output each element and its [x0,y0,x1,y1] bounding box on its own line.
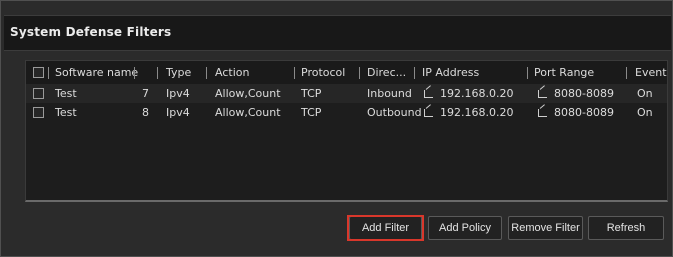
cell-action: Allow,Count [215,87,281,100]
port-range-value: 8080-8089 [554,106,614,119]
cell-ip-address[interactable]: 192.168.0.20 [424,84,513,104]
cell-number: 7 [142,87,149,100]
select-all-checkbox[interactable] [33,67,44,78]
cell-protocol: TCP [301,106,322,119]
table-row[interactable]: Test 8 Ipv4 Allow,Count TCP Outbound 192… [26,103,667,122]
dialog-header: System Defense Filters [4,15,671,51]
column-separator [527,67,528,79]
column-header-protocol[interactable]: Protocol [301,63,345,83]
cell-event: On [637,87,653,100]
cell-number: 8 [142,106,149,119]
column-separator [359,67,360,79]
system-defense-filters-dialog: System Defense Filters Software name Typ… [0,0,673,257]
table-header-row: Software name Type Action Protocol Direc… [26,61,667,86]
cell-ip-address[interactable]: 192.168.0.20 [424,103,513,123]
column-separator [206,67,207,79]
column-separator [157,67,158,79]
column-separator [134,67,135,79]
column-separator [414,67,415,79]
cell-port-range[interactable]: 8080-8089 [538,103,614,123]
cell-action: Allow,Count [215,106,281,119]
cell-protocol: TCP [301,87,322,100]
column-separator [294,67,295,79]
column-header-software-name[interactable]: Software name [55,63,138,83]
edit-icon[interactable] [424,90,433,98]
add-policy-button[interactable]: Add Policy [428,216,502,240]
ip-address-value: 192.168.0.20 [440,87,514,100]
column-header-type[interactable]: Type [166,63,191,83]
column-separator [626,67,627,79]
dialog-title: System Defense Filters [10,25,172,39]
cell-software-name: Test [55,106,77,119]
cell-event: On [637,106,653,119]
cell-type: Ipv4 [166,87,190,100]
column-header-ip-address[interactable]: IP Address [422,63,479,83]
column-separator [48,67,49,79]
column-header-direction[interactable]: Direc... [367,63,406,83]
column-header-action[interactable]: Action [215,63,249,83]
cell-software-name: Test [55,87,77,100]
port-range-value: 8080-8089 [554,87,614,100]
cell-type: Ipv4 [166,106,190,119]
table-row[interactable]: Test 7 Ipv4 Allow,Count TCP Inbound 192.… [26,84,667,103]
row-checkbox[interactable] [33,107,44,118]
cell-port-range[interactable]: 8080-8089 [538,84,614,104]
filters-table: Software name Type Action Protocol Direc… [25,60,668,202]
row-checkbox[interactable] [33,88,44,99]
edit-icon[interactable] [538,109,547,117]
add-filter-button[interactable]: Add Filter [349,216,422,240]
edit-icon[interactable] [424,109,433,117]
edit-icon[interactable] [538,90,547,98]
ip-address-value: 192.168.0.20 [440,106,514,119]
cell-direction: Inbound [367,87,412,100]
cell-direction: Outbound [367,106,422,119]
refresh-button[interactable]: Refresh [588,216,664,240]
remove-filter-button[interactable]: Remove Filter [508,216,583,240]
column-header-event[interactable]: Event [635,63,667,83]
column-header-port-range[interactable]: Port Range [534,63,594,83]
